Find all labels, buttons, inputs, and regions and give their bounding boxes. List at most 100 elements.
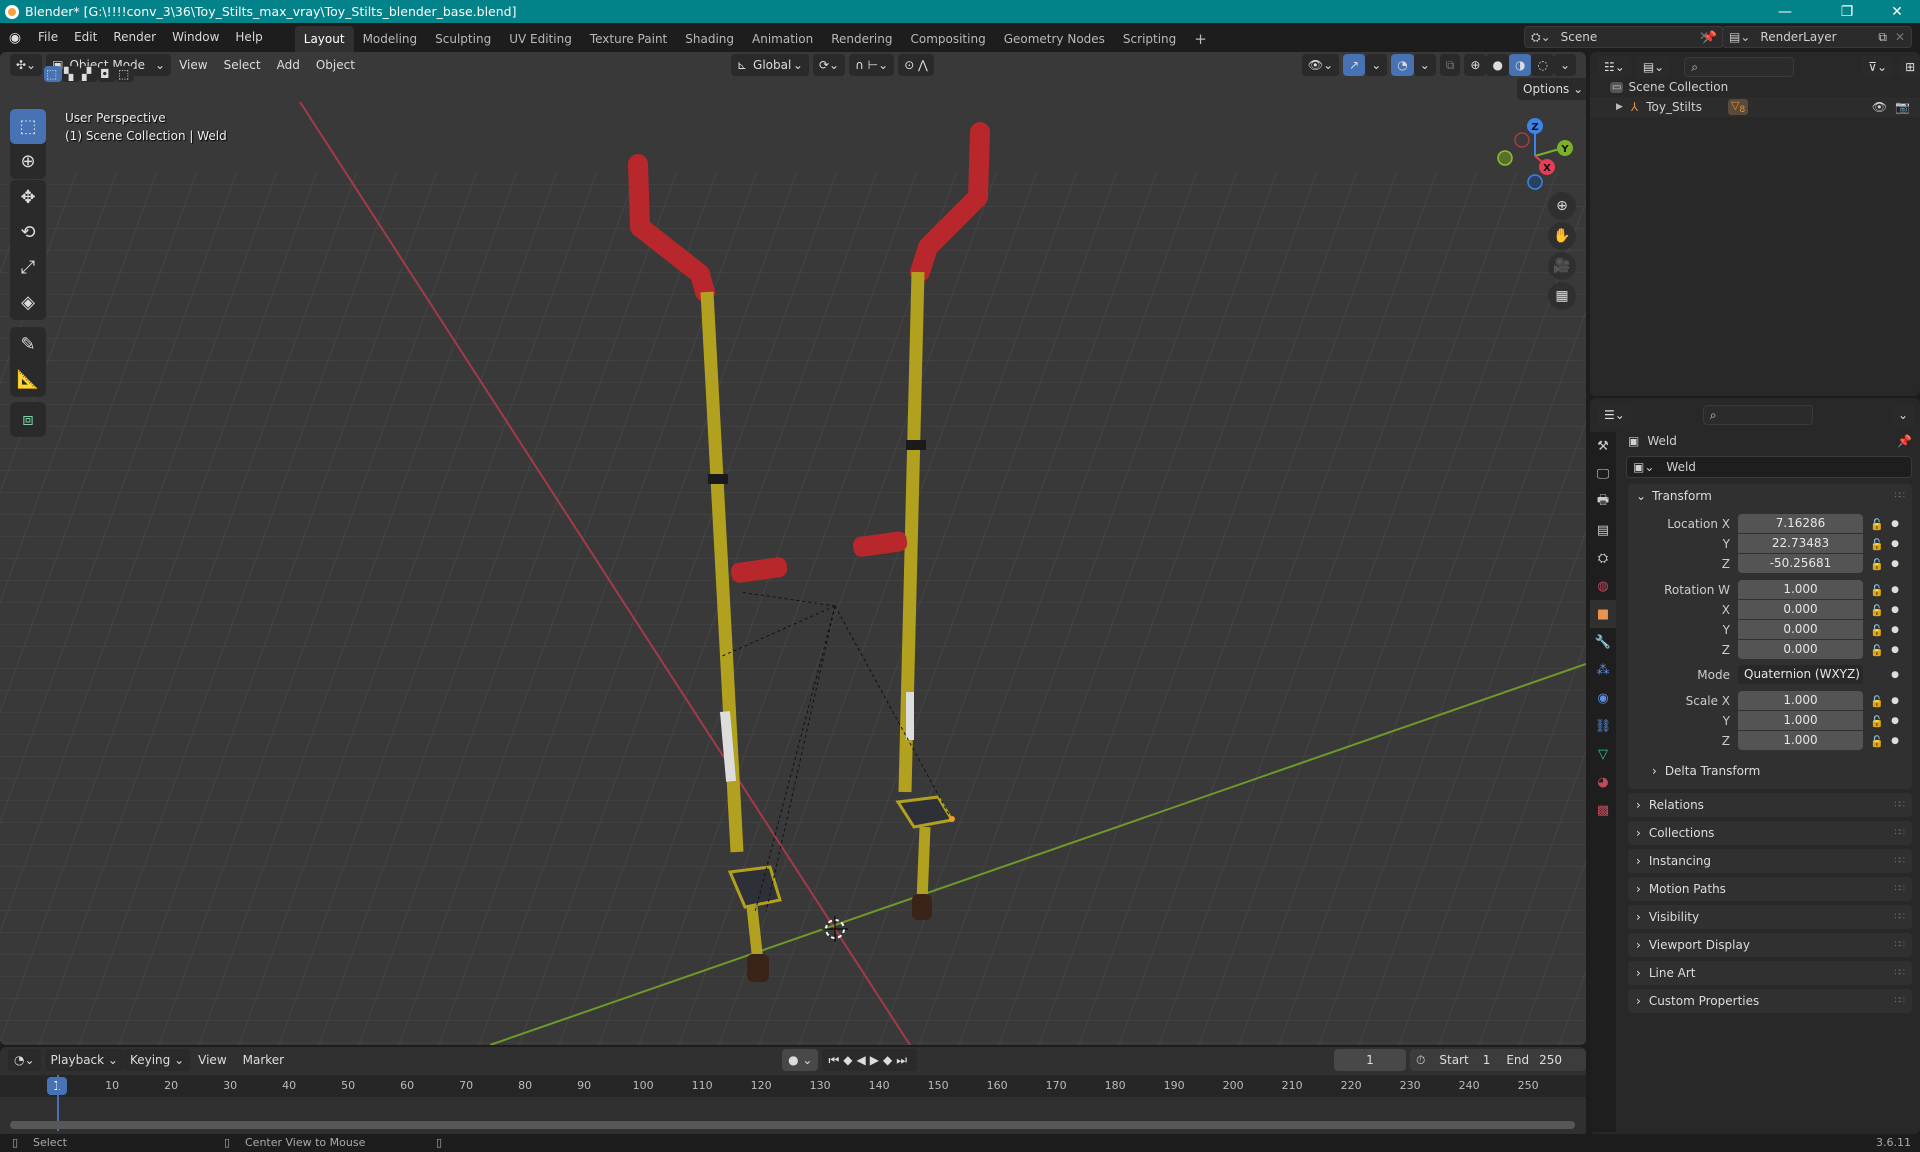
tool-move[interactable]: ✥: [10, 180, 46, 215]
expand-arrow-icon[interactable]: ▶: [1616, 102, 1623, 112]
options-dropdown[interactable]: Options ⌄: [1517, 78, 1586, 100]
copy-icon[interactable]: ⧉: [1878, 30, 1887, 45]
lock-icon[interactable]: 🔓: [1867, 624, 1887, 637]
next-keyframe-icon[interactable]: ◆: [883, 1053, 896, 1067]
blender-menu-icon[interactable]: ◉: [0, 30, 30, 46]
playback-controls[interactable]: ⏮ ◆ ◀ ▶ ◆ ⏭: [822, 1049, 918, 1071]
keyframe-dot[interactable]: ●: [1887, 539, 1903, 549]
end-frame-field[interactable]: 250: [1539, 1053, 1562, 1067]
tool-measure[interactable]: 📐: [10, 362, 46, 397]
render-layer-selector[interactable]: ▤⌄ RenderLayer ⧉ ✕: [1722, 26, 1912, 48]
lock-icon[interactable]: 🔓: [1867, 735, 1887, 748]
menu-edit[interactable]: Edit: [66, 23, 105, 52]
lock-icon[interactable]: 🔓: [1867, 518, 1887, 531]
lock-icon[interactable]: 🔓: [1867, 604, 1887, 617]
select-subtract-icon[interactable]: ▞: [80, 66, 98, 82]
timeline-view-menu[interactable]: View: [190, 1053, 234, 1067]
shading-dropdown[interactable]: ⌄: [1553, 54, 1576, 76]
lock-icon[interactable]: 🔓: [1867, 644, 1887, 657]
keyframe-dot[interactable]: ●: [1887, 559, 1903, 569]
visibility-panel[interactable]: › Visibility ∷∷: [1628, 905, 1912, 929]
keyframe-dot[interactable]: ●: [1887, 645, 1903, 655]
keyframe-dot[interactable]: ●: [1887, 585, 1903, 595]
gizmo-dropdown[interactable]: ⌄: [1365, 54, 1388, 76]
menu-view[interactable]: View: [171, 58, 215, 72]
filter-dropdown[interactable]: ⊽ ⌄: [1862, 56, 1894, 78]
viewport-display-panel[interactable]: › Viewport Display ∷∷: [1628, 933, 1912, 957]
shading-wireframe[interactable]: ⊕: [1464, 54, 1487, 76]
shading-rendered[interactable]: ◌: [1531, 54, 1554, 76]
keyframe-dot[interactable]: ●: [1887, 519, 1903, 529]
lock-icon[interactable]: 🔓: [1867, 695, 1887, 708]
rotation-z-field[interactable]: 0.000: [1738, 640, 1863, 659]
outliner-row[interactable]: ▶ ⅄ Toy_Stilts ▽8 👁 📷: [1590, 97, 1920, 117]
jump-start-icon[interactable]: ⏮: [828, 1053, 843, 1068]
keyframe-dot[interactable]: ●: [1887, 605, 1903, 615]
add-workspace-button[interactable]: +: [1185, 26, 1216, 52]
camera-view-button[interactable]: 🎥: [1548, 252, 1576, 280]
pin-icon[interactable]: 📌: [1897, 434, 1912, 448]
auto-keying-toggle[interactable]: ● ⌄: [782, 1049, 819, 1071]
prev-keyframe-icon[interactable]: ◆: [843, 1053, 856, 1067]
play-icon[interactable]: ▶: [870, 1053, 883, 1067]
viewport-canvas[interactable]: [0, 52, 1586, 1045]
start-frame-field[interactable]: 1: [1483, 1053, 1491, 1067]
workspace-tab-sculpting[interactable]: Sculpting: [426, 26, 500, 52]
properties-options-dropdown[interactable]: ⌄: [1891, 404, 1914, 426]
location-z-field[interactable]: -50.25681: [1738, 554, 1863, 573]
gizmo-toggle[interactable]: ↗: [1343, 54, 1366, 76]
menu-file[interactable]: File: [30, 23, 66, 52]
scale-y-field[interactable]: 1.000: [1738, 711, 1863, 730]
pan-view-button[interactable]: ✋: [1548, 222, 1576, 250]
active-object-origin[interactable]: [949, 816, 955, 822]
workspace-tab-rendering[interactable]: Rendering: [822, 26, 901, 52]
timeline-scrollbar[interactable]: [10, 1121, 1575, 1129]
stopwatch-icon[interactable]: ⏱: [1416, 1053, 1425, 1068]
shading-material[interactable]: ◑: [1508, 54, 1532, 76]
render-camera-icon[interactable]: 📷: [1895, 100, 1910, 114]
jump-end-icon[interactable]: ⏭: [896, 1053, 911, 1068]
workspace-tab-layout[interactable]: Layout: [294, 26, 354, 52]
timeline-editor-type[interactable]: ◔ ⌄: [8, 1049, 41, 1071]
visibility-eye-icon[interactable]: 👁: [1872, 100, 1887, 114]
workspace-tab-uv-editing[interactable]: UV Editing: [500, 26, 581, 52]
workspace-tab-compositing[interactable]: Compositing: [901, 26, 994, 52]
menu-select[interactable]: Select: [216, 58, 269, 72]
transform-panel-header[interactable]: ⌄ Transform ∷∷: [1628, 484, 1912, 508]
rotation-w-field[interactable]: 1.000: [1738, 580, 1863, 599]
rotation-x-field[interactable]: 0.000: [1738, 600, 1863, 619]
frame-ruler[interactable]: 1 10203040506070809010011012013014015016…: [0, 1075, 1586, 1097]
lock-icon[interactable]: 🔓: [1867, 584, 1887, 597]
tool-scale[interactable]: ⤢: [10, 250, 46, 285]
object-name-field[interactable]: ▣⌄ Weld: [1626, 456, 1912, 478]
navigation-gizmo[interactable]: Z Y X: [1495, 112, 1585, 192]
scale-z-field[interactable]: 1.000: [1738, 731, 1863, 750]
location-y-field[interactable]: 22.73483: [1738, 534, 1863, 553]
scale-x-field[interactable]: 1.000: [1738, 691, 1863, 710]
workspace-tab-shading[interactable]: Shading: [676, 26, 743, 52]
properties-editor-type[interactable]: ☰ ⌄: [1598, 404, 1631, 426]
menu-render[interactable]: Render: [105, 23, 164, 52]
lock-icon[interactable]: 🔓: [1867, 538, 1887, 551]
workspace-tab-modeling[interactable]: Modeling: [354, 26, 427, 52]
visibility-dropdown[interactable]: 👁 ⌄: [1301, 54, 1340, 76]
keying-menu[interactable]: Keying ⌄: [123, 1049, 191, 1071]
delete-layer-icon[interactable]: ✕: [1895, 30, 1905, 44]
pivot-dropdown[interactable]: ⟳⌄: [812, 54, 846, 76]
workspace-tab-animation[interactable]: Animation: [743, 26, 822, 52]
keyframe-dot[interactable]: ●: [1887, 716, 1903, 726]
tool-annotate[interactable]: ✎: [10, 327, 46, 362]
ortho-toggle-button[interactable]: ▦: [1548, 282, 1576, 310]
maximize-button[interactable]: ❐: [1824, 0, 1870, 23]
outliner-scene-collection[interactable]: ▭ Scene Collection: [1610, 77, 1728, 97]
overlay-dropdown[interactable]: ⌄: [1413, 54, 1436, 76]
lock-icon[interactable]: 🔓: [1867, 558, 1887, 571]
select-extend-icon[interactable]: ▚: [62, 66, 80, 82]
motion-paths-panel[interactable]: › Motion Paths ∷∷: [1628, 877, 1912, 901]
lock-icon[interactable]: 🔓: [1867, 715, 1887, 728]
keyframe-dot[interactable]: ●: [1887, 696, 1903, 706]
properties-search-input[interactable]: ⌕: [1702, 405, 1813, 425]
playback-menu[interactable]: Playback ⌄: [44, 1049, 124, 1071]
current-frame-field[interactable]: 1: [1334, 1049, 1406, 1071]
tool-rotate[interactable]: ⟲: [10, 215, 46, 250]
